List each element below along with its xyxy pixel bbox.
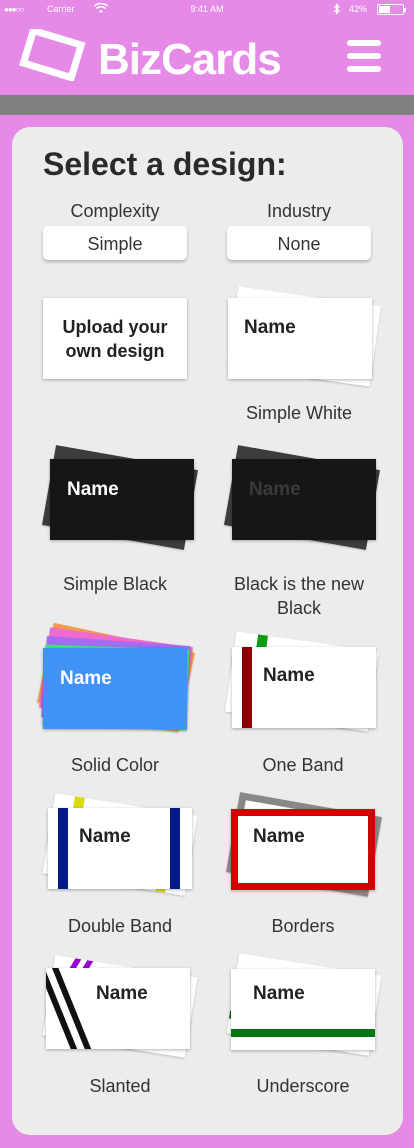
- card-name-text: Name: [79, 826, 131, 847]
- design-borders[interactable]: Name Borders: [220, 790, 390, 936]
- status-bar: ●●●○○ Carrier 9:41 AM 42%: [0, 0, 414, 20]
- card-name-text: Name: [244, 317, 296, 338]
- design-caption: Slanted: [89, 1076, 151, 1096]
- card-logo-icon[interactable]: [18, 29, 86, 81]
- design-slanted[interactable]: Name Slanted: [36, 950, 206, 1096]
- battery-icon: [377, 4, 406, 15]
- design-caption: Solid Color: [70, 755, 160, 775]
- card-name-text: Name: [263, 665, 315, 686]
- design-one-band[interactable]: Name One Band: [220, 625, 390, 775]
- design-simple-white[interactable]: Name Simple White: [220, 280, 390, 423]
- design-solid-color[interactable]: Name Solid Color: [36, 622, 206, 775]
- bluetooth-icon: [333, 3, 341, 18]
- app-title: BizCards: [98, 35, 282, 84]
- card-name-text: Name: [96, 983, 148, 1004]
- upload-design-label: Upload your own design: [62, 316, 168, 361]
- hamburger-menu-icon[interactable]: [347, 40, 383, 74]
- complexity-select[interactable]: Simple: [43, 226, 187, 260]
- page-title: Select a design:: [43, 146, 287, 182]
- design-caption: Double Band: [67, 916, 173, 936]
- design-black-new-black[interactable]: Name Black is the new Black: [220, 445, 390, 618]
- design-simple-black[interactable]: Name Simple Black: [36, 445, 206, 594]
- design-caption: Simple Black: [62, 574, 168, 594]
- app-header: BizCards: [0, 20, 414, 95]
- industry-label: Industry: [266, 201, 332, 221]
- design-caption: One Band: [262, 755, 344, 775]
- card-name-text: Name: [253, 826, 305, 847]
- card-name-text: Name: [67, 479, 119, 500]
- design-caption: Simple White: [245, 403, 353, 423]
- design-caption: Borders: [271, 916, 335, 936]
- battery-percent: 42%: [349, 4, 368, 14]
- complexity-label: Complexity: [70, 201, 160, 221]
- industry-select[interactable]: None: [227, 226, 371, 260]
- card-name-text: Name: [253, 983, 305, 1004]
- design-caption: Underscore: [256, 1076, 350, 1096]
- design-caption: Black is the new Black: [233, 574, 365, 618]
- upload-design-button[interactable]: Upload your own design: [43, 298, 187, 379]
- header-divider: [0, 95, 414, 115]
- card-name-text: Name: [60, 668, 112, 689]
- design-double-band[interactable]: Name Double Band: [36, 790, 206, 936]
- card-name-text: Name: [249, 479, 301, 500]
- battery-level: [379, 6, 390, 13]
- design-underscore[interactable]: Name Underscore: [220, 950, 390, 1096]
